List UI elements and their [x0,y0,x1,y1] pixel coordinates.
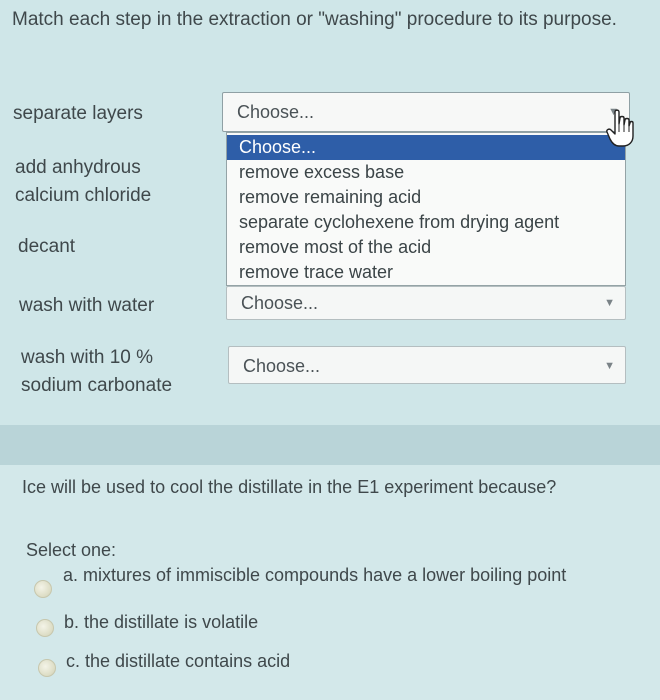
step-label-line: wash with 10 % [21,347,154,368]
select-wash-with-water[interactable]: Choose... ▼ [226,286,626,320]
step-label-decant: decant [18,236,76,257]
select-separate-layers[interactable]: Choose... ▼ [222,92,630,132]
step-label-line: add anhydrous [15,157,141,178]
hand-pointer-icon [606,109,634,147]
step-label-line: sodium carbonate [21,375,173,396]
dropdown-option[interactable]: remove trace water [227,260,625,285]
dropdown-option[interactable]: remove remaining acid [227,185,625,210]
answer-option-a[interactable]: a. mixtures of immiscible compounds have… [63,565,566,586]
select-one-label: Select one: [26,540,117,560]
step-label-wash-with-water: wash with water [19,295,155,316]
radio-option-c[interactable] [38,659,56,677]
question-divider [0,425,660,465]
dropdown-option[interactable]: remove most of the acid [227,235,625,260]
select-value: Choose... [237,102,315,122]
chevron-down-icon: ▼ [604,297,615,309]
question-1-prompt: Match each step in the extraction or "wa… [12,9,617,30]
radio-option-b[interactable] [36,619,54,637]
select-wash-sodium-carbonate[interactable]: Choose... ▼ [228,346,626,384]
select-value: Choose... [241,293,319,313]
step-label-add-anhydrous: add anhydrous calcium chloride [15,154,151,210]
step-label-line: calcium chloride [15,185,152,206]
radio-option-a[interactable] [34,580,52,598]
answer-option-c[interactable]: c. the distillate contains acid [66,651,290,672]
dropdown-options-list[interactable]: Choose... remove excess base remove rema… [226,132,626,286]
step-label-separate-layers: separate layers [13,103,143,124]
dropdown-option[interactable]: remove excess base [227,160,625,185]
dropdown-option[interactable]: separate cyclohexene from drying agent [227,210,625,235]
answer-option-b[interactable]: b. the distillate is volatile [64,612,258,633]
question-2-text: Ice will be used to cool the distillate … [22,477,557,497]
chevron-down-icon: ▼ [604,360,615,372]
step-label-wash-sodium-carbonate: wash with 10 % sodium carbonate [21,344,172,400]
select-value: Choose... [243,356,321,376]
dropdown-option-selected[interactable]: Choose... [227,135,625,160]
